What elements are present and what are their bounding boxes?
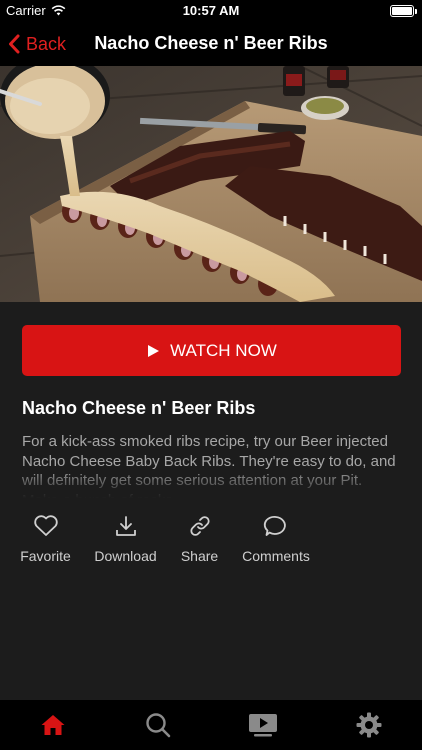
- search-icon: [146, 713, 171, 738]
- share-label: Share: [180, 548, 219, 564]
- home-icon: [41, 715, 65, 735]
- download-icon: [115, 516, 136, 536]
- recipe-title: Nacho Cheese n' Beer Ribs: [22, 398, 256, 418]
- battery-icon: [390, 5, 414, 17]
- gear-icon: [356, 712, 382, 738]
- status-bar: Carrier 10:57 AM: [0, 0, 422, 22]
- page-title: Nacho Cheese n' Beer Ribs: [94, 33, 328, 53]
- tab-home[interactable]: [36, 710, 70, 740]
- favorite-button[interactable]: Favorite: [20, 514, 71, 564]
- comment-icon: [263, 515, 286, 536]
- heart-icon: [33, 515, 58, 536]
- tab-videos[interactable]: [246, 710, 280, 740]
- comments-label: Comments: [242, 548, 310, 564]
- comments-button[interactable]: Comments: [242, 514, 310, 564]
- tab-search[interactable]: [141, 710, 175, 740]
- link-icon: [189, 516, 210, 536]
- watch-now-label: WATCH NOW: [170, 340, 277, 360]
- recipe-description-container[interactable]: For a kick-ass smoked ribs recipe, try o…: [22, 432, 401, 498]
- description-fade: [22, 468, 401, 498]
- download-button[interactable]: Download: [94, 514, 157, 564]
- ribs-photo: [0, 66, 422, 302]
- tab-bar: [0, 700, 422, 750]
- download-label: Download: [94, 548, 157, 564]
- share-button[interactable]: Share: [181, 514, 218, 564]
- tab-settings[interactable]: [352, 710, 386, 740]
- status-time: 10:57 AM: [182, 3, 240, 18]
- action-row: Favorite Download Share Comments: [0, 514, 422, 574]
- video-icon: [249, 714, 277, 737]
- hero-image: [0, 66, 422, 302]
- favorite-label: Favorite: [20, 548, 71, 564]
- navigation-bar: Back Nacho Cheese n' Beer Ribs: [0, 22, 422, 66]
- battery-cap: [415, 9, 417, 14]
- play-icon: [148, 344, 160, 357]
- watch-now-button[interactable]: WATCH NOW: [22, 325, 401, 376]
